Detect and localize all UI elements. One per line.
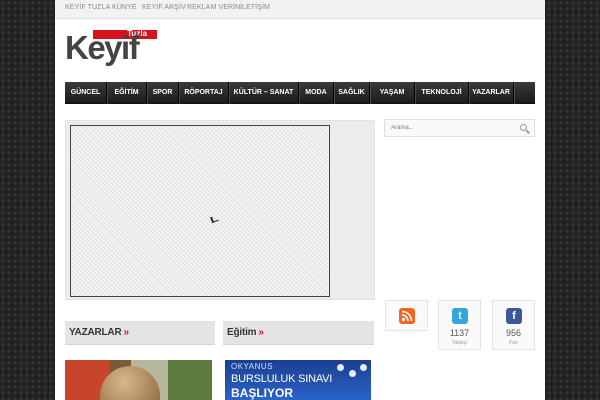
- nav-item-moda[interactable]: MODA: [299, 82, 334, 104]
- topnav-reklam-verin[interactable]: REKLAM VERİN: [187, 4, 240, 11]
- rss-icon: [399, 308, 415, 324]
- twitter-icon: t: [452, 308, 468, 324]
- topnav-keyif-arsiv[interactable]: KEYİF ARŞİV: [142, 4, 186, 11]
- facebook-label: Fan: [509, 340, 518, 346]
- twitter-button[interactable]: t 1137 Takipçi: [438, 300, 481, 350]
- topnav-iletisim[interactable]: İLETİŞİM: [240, 4, 270, 11]
- twitter-label: Takipçi: [451, 340, 468, 346]
- main-nav: GÜNCEL EĞİTİM SPOR RÖPORTAJ KÜLTÜR – SAN…: [65, 82, 535, 104]
- top-bar: KEYİF TUZLA KÜNYE KEYİF ARŞİV REKLAM VER…: [55, 0, 545, 19]
- nav-item-saglik[interactable]: SAĞLIK: [334, 82, 370, 104]
- search-input[interactable]: [385, 120, 515, 136]
- ad-line-3: BAŞLIYOR: [231, 386, 294, 400]
- logo-word: Keyif: [65, 29, 140, 66]
- facebook-count: 956: [505, 328, 522, 338]
- nav-item-guncel[interactable]: GÜNCEL: [65, 82, 107, 104]
- egitim-thumbnail[interactable]: OKYANUS BURSLULUK SINAVI BAŞLIYOR: [225, 360, 371, 400]
- section-yazarlar-title: YAZARLAR: [69, 327, 122, 338]
- media-player[interactable]: [65, 120, 375, 300]
- section-egitim-title: Eğitim: [227, 327, 257, 338]
- rss-button[interactable]: [385, 300, 428, 331]
- decor-dot: [337, 364, 344, 371]
- yazarlar-thumbnail[interactable]: [65, 360, 212, 400]
- mouse-cursor-icon: [210, 214, 219, 224]
- nav-item-roportaj[interactable]: RÖPORTAJ: [179, 82, 229, 104]
- nav-item-yazarlar[interactable]: YAZARLAR: [469, 82, 514, 104]
- twitter-count: 1137: [449, 328, 470, 338]
- decor-dot: [349, 370, 356, 377]
- animal-photo: [100, 366, 160, 400]
- topnav-keyif-tuzla[interactable]: KEYİF TUZLA: [65, 4, 110, 11]
- nav-item-egitim[interactable]: EĞİTİM: [107, 82, 147, 104]
- ad-line-2: BURSLULUK SINAVI: [231, 373, 333, 385]
- section-arrow-icon: »: [258, 327, 264, 338]
- nav-item-yasam[interactable]: YAŞAM: [370, 82, 415, 104]
- section-egitim[interactable]: Eğitim»: [223, 321, 374, 345]
- section-yazarlar[interactable]: YAZARLAR»: [65, 321, 215, 345]
- search-icon[interactable]: [520, 124, 527, 131]
- page: KEYİF TUZLA KÜNYE KEYİF ARŞİV REKLAM VER…: [55, 0, 545, 400]
- decor-dot: [360, 364, 367, 371]
- section-arrow-icon: »: [123, 327, 129, 338]
- search-box: [384, 119, 535, 137]
- topnav-kunye[interactable]: KÜNYE: [112, 4, 137, 11]
- nav-item-spor[interactable]: SPOR: [147, 82, 179, 104]
- media-placeholder[interactable]: [70, 125, 330, 297]
- facebook-button[interactable]: f 956 Fan: [492, 300, 535, 350]
- site-logo[interactable]: Tuzla Keyif: [65, 29, 160, 70]
- ad-line-1: OKYANUS: [231, 362, 274, 371]
- nav-item-kultur-sanat[interactable]: KÜLTÜR – SANAT: [229, 82, 299, 104]
- facebook-icon: f: [506, 308, 522, 324]
- nav-item-teknoloji[interactable]: TEKNOLOJİ: [415, 82, 469, 104]
